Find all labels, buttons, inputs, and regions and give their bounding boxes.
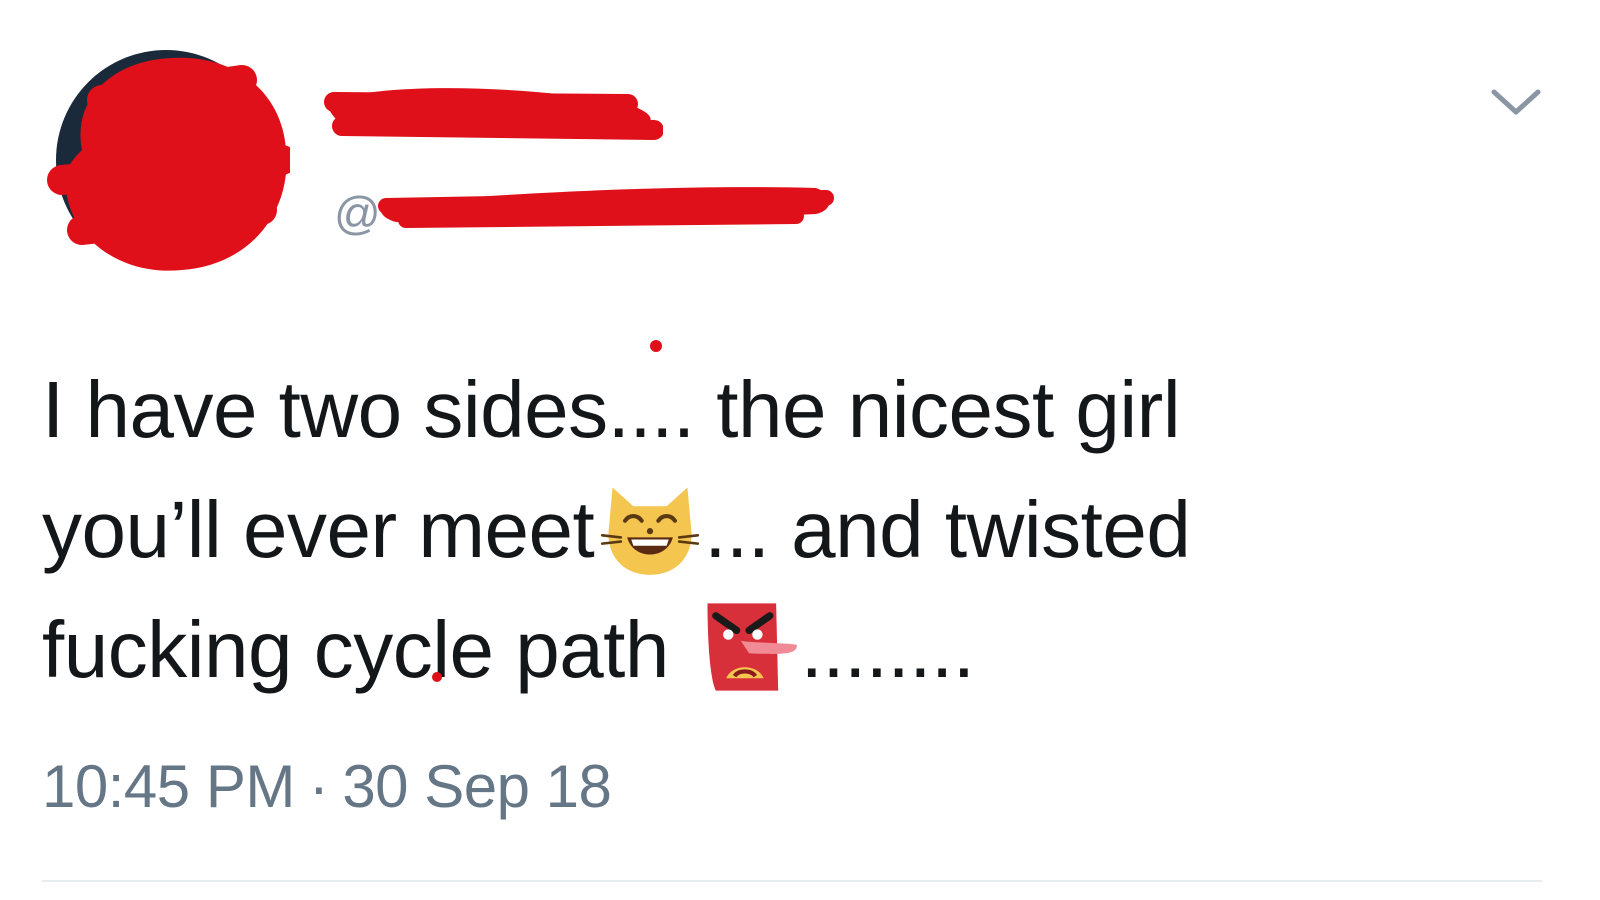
redaction-mark: [432, 672, 442, 682]
tweet-text-line-2: you’ll ever meet ... and twisted: [42, 470, 1542, 590]
tweet-text-segment: ........: [800, 605, 975, 694]
user-handle[interactable]: @: [334, 186, 834, 246]
tweet-text: I have two sides.... the nicest girl you…: [42, 350, 1542, 710]
avatar[interactable]: [42, 40, 290, 280]
tweet-text-segment: ... and twisted: [704, 485, 1191, 574]
tweet-text-segment: you’ll ever meet: [42, 485, 595, 574]
display-name-redaction: [324, 88, 663, 140]
grinning-cat-icon: [598, 475, 702, 579]
tweet-timestamp[interactable]: 10:45 PM · 30 Sep 18: [42, 752, 612, 821]
chevron-down-icon[interactable]: [1488, 82, 1544, 122]
handle-at-sign: @: [334, 187, 381, 239]
handle-redaction: [378, 187, 834, 228]
tweet-time: 10:45 PM: [42, 753, 295, 820]
meta-separator: ·: [308, 753, 329, 820]
tweet-card: @ I have two sides.... the nicest girl y…: [0, 0, 1600, 900]
tweet-text-segment: fucking cycle path: [42, 605, 691, 694]
tweet-text-line-1: I have two sides.... the nicest girl: [42, 350, 1542, 470]
tengu-mask-icon: [695, 595, 799, 699]
redaction-mark: [650, 340, 662, 352]
tweet-text-segment: I have two sides.... the nicest girl: [42, 365, 1181, 454]
tweet-text-line-3: fucking cycle path ........: [42, 590, 1542, 710]
divider: [42, 880, 1542, 882]
tweet-date: 30 Sep 18: [342, 753, 612, 820]
